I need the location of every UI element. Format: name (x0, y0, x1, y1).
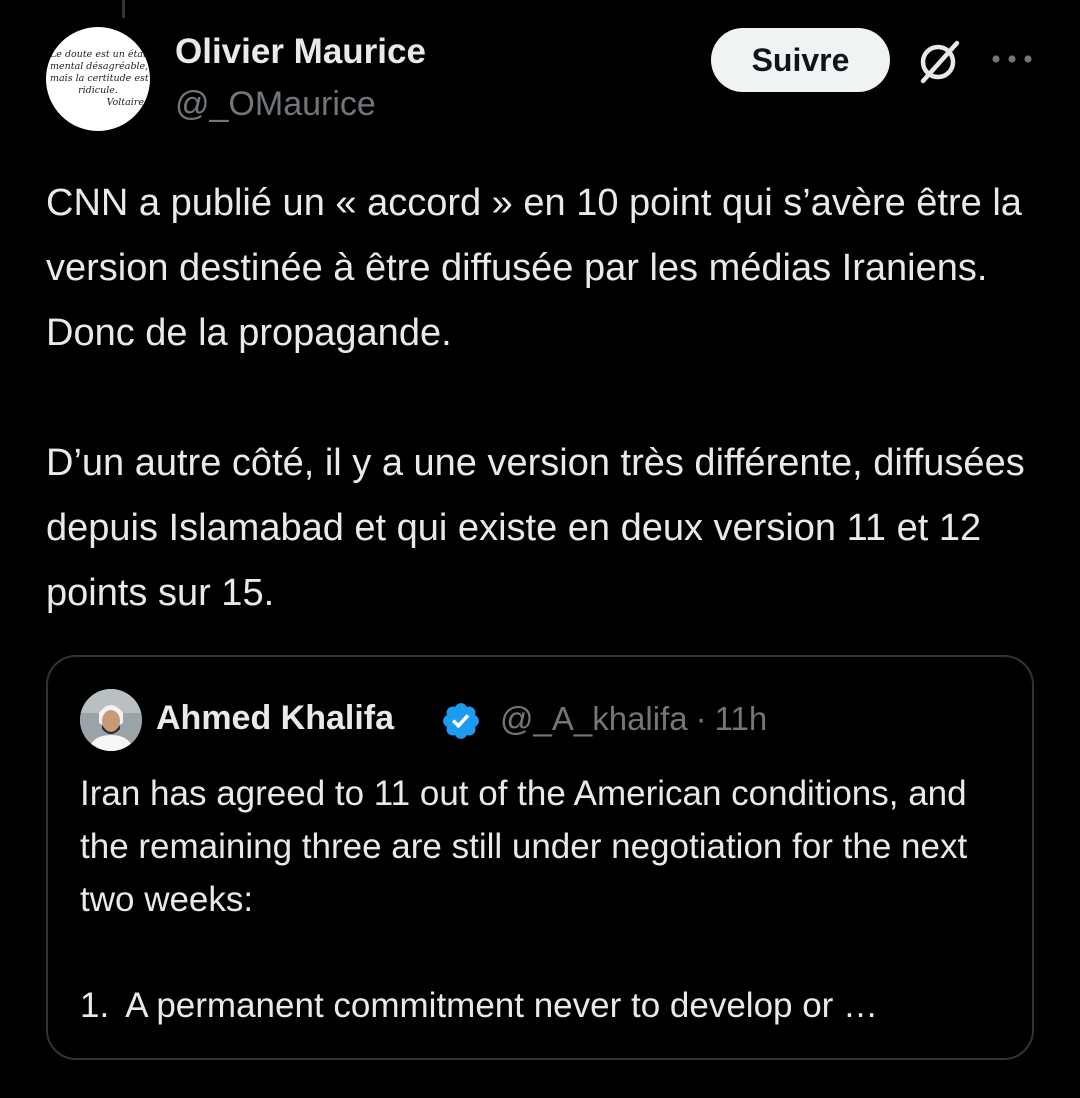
quoted-author-avatar-image (80, 689, 142, 751)
avatar-quote-line: mental désagréable, (50, 61, 149, 72)
follow-button[interactable]: Suivre (711, 28, 890, 92)
quoted-tweet-meta: @_A_khalifa · 11h (500, 700, 767, 738)
quoted-tweet-text: Iran has agreed to 11 out of the America… (80, 767, 1010, 1032)
tweet-paragraph: D’un autre côté, il y a une version très… (46, 442, 1025, 614)
author-display-name[interactable]: Olivier Maurice (175, 32, 426, 72)
avatar-quote-line: ridicule. (78, 85, 118, 96)
list-item-text: A permanent commitment never to develop … (125, 986, 879, 1025)
avatar-quote-line: Le doute est un état (50, 49, 147, 60)
author-avatar[interactable]: Le doute est un état mental désagréable,… (46, 27, 150, 131)
avatar-quote-line: mais la certitude est (50, 73, 149, 84)
avatar-signature: Voltaire (106, 97, 144, 108)
quoted-author-avatar[interactable] (80, 689, 142, 751)
quoted-tweet-list-item: 1. A permanent commitment never to develo… (80, 979, 1010, 1032)
verified-badge-icon (443, 703, 479, 739)
quoted-author-handle[interactable]: @_A_khalifa (500, 700, 688, 737)
tweet-text: CNN a publié un « accord » en 10 point q… (46, 171, 1046, 626)
author-handle[interactable]: @_OMaurice (175, 85, 376, 124)
quoted-tweet-card[interactable]: Ahmed Khalifa @_A_khalifa · 11h Iran has a… (46, 655, 1034, 1060)
list-item-number: 1. (80, 986, 110, 1025)
meta-separator: · (695, 700, 707, 737)
tweet-paragraph: CNN a publié un « accord » en 10 point q… (46, 182, 1022, 354)
quoted-author-name[interactable]: Ahmed Khalifa (156, 699, 394, 738)
more-icon[interactable] (990, 47, 1034, 71)
quoted-tweet-paragraph: Iran has agreed to 11 out of the America… (80, 774, 968, 919)
thread-connector-line (122, 0, 125, 18)
grok-icon[interactable] (913, 37, 963, 87)
quoted-tweet-time[interactable]: 11h (715, 700, 768, 737)
